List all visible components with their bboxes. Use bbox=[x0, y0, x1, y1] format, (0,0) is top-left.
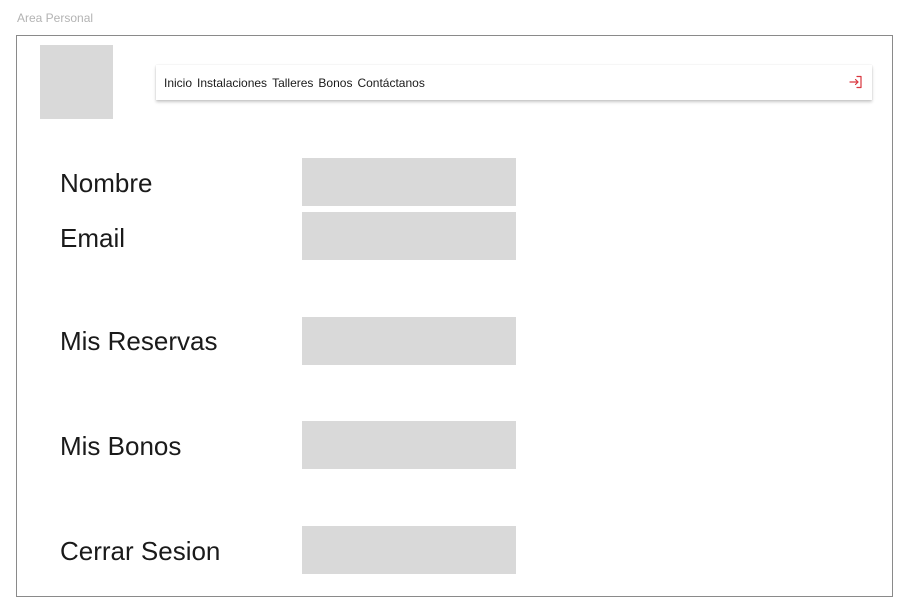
logo-placeholder bbox=[40, 45, 113, 119]
nombre-field[interactable] bbox=[302, 158, 516, 206]
nav-link-contactanos[interactable]: Contáctanos bbox=[357, 75, 424, 91]
label-cerrar-sesion: Cerrar Sesion bbox=[60, 536, 221, 566]
label-nombre: Nombre bbox=[60, 168, 153, 198]
cerrar-sesion-button[interactable] bbox=[302, 526, 516, 574]
nav-links: Inicio Instalaciones Talleres Bonos Cont… bbox=[164, 75, 430, 91]
top-navbar: Inicio Instalaciones Talleres Bonos Cont… bbox=[156, 65, 872, 100]
nav-link-inicio[interactable]: Inicio bbox=[164, 75, 192, 91]
logout-icon[interactable] bbox=[848, 74, 864, 90]
nav-link-talleres[interactable]: Talleres bbox=[272, 75, 313, 91]
page-label: Area Personal bbox=[17, 11, 94, 25]
label-mis-reservas: Mis Reservas bbox=[60, 326, 218, 356]
mis-bonos-box[interactable] bbox=[302, 421, 516, 469]
label-email: Email bbox=[60, 223, 126, 253]
email-field[interactable] bbox=[302, 212, 516, 260]
label-mis-bonos: Mis Bonos bbox=[60, 431, 182, 461]
mis-reservas-box[interactable] bbox=[302, 317, 516, 365]
nav-link-instalaciones[interactable]: Instalaciones bbox=[197, 75, 267, 91]
personal-area-frame: Inicio Instalaciones Talleres Bonos Cont… bbox=[16, 35, 893, 597]
nav-link-bonos[interactable]: Bonos bbox=[318, 75, 352, 91]
